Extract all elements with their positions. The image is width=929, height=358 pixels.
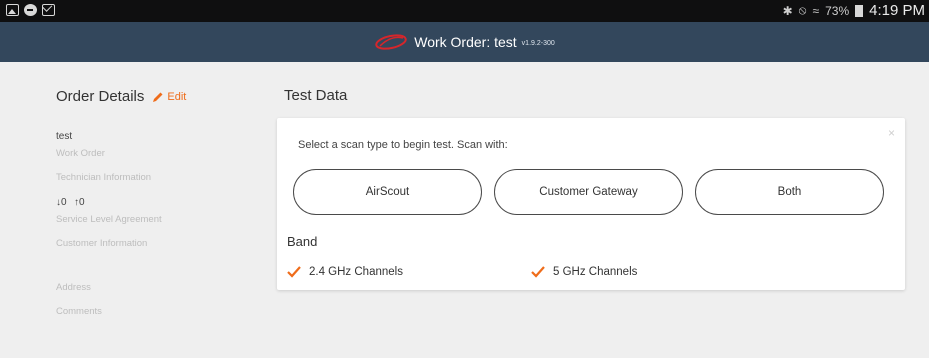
bluetooth-icon: ✱ xyxy=(782,3,793,18)
wifi-icon: ≈ xyxy=(812,3,820,18)
band-5ghz-checkbox[interactable]: 5 GHz Channels xyxy=(531,266,637,278)
battery-percent: 73% xyxy=(825,3,850,18)
minus-circle-icon xyxy=(24,4,37,16)
swoosh-logo-icon xyxy=(375,34,407,50)
band-5ghz-label: 5 GHz Channels xyxy=(553,266,638,278)
band-24ghz-checkbox[interactable]: 2.4 GHz Channels xyxy=(287,266,403,278)
edit-label: Edit xyxy=(167,90,187,103)
address-label: Address xyxy=(56,282,91,293)
customer-gateway-scan-button[interactable]: Customer Gateway xyxy=(494,169,683,215)
test-data-heading: Test Data xyxy=(284,87,348,104)
band-24ghz-label: 2.4 GHz Channels xyxy=(309,266,403,278)
page-title: Work Order: test xyxy=(414,34,517,50)
clock: 4:19 PM xyxy=(869,2,925,19)
system-status-bar: ✱ ⦸ ≈ 73% 4:19 PM xyxy=(0,0,929,22)
image-icon xyxy=(6,4,19,16)
sla-download-value: ↓0 xyxy=(56,197,67,208)
customer-info-label: Customer Information xyxy=(56,238,148,249)
checkmark-icon xyxy=(287,266,301,278)
scan-prompt: Select a scan type to begin test. Scan w… xyxy=(298,139,508,151)
sla-upload-value: ↑0 xyxy=(74,197,85,208)
sla-label: Service Level Agreement xyxy=(56,214,162,225)
band-label: Band xyxy=(287,234,318,249)
order-details-panel: Order Details Edit test Work Order Techn… xyxy=(56,88,256,317)
checkmark-icon xyxy=(531,266,545,278)
technician-info-label: Technician Information xyxy=(56,172,152,183)
battery-icon xyxy=(855,4,864,17)
mail-icon xyxy=(42,4,55,16)
close-icon[interactable]: × xyxy=(888,126,895,140)
comments-label: Comments xyxy=(56,306,102,317)
scan-card: × Select a scan type to begin test. Scan… xyxy=(277,118,905,290)
app-version: v1.9.2-300 xyxy=(521,39,555,47)
work-order-label: Work Order xyxy=(56,148,105,159)
both-scan-button[interactable]: Both xyxy=(695,169,884,215)
nfc-icon: ⦸ xyxy=(798,3,807,17)
app-header: Work Order: test v1.9.2-300 xyxy=(0,22,929,62)
edit-button[interactable]: Edit xyxy=(152,91,186,103)
order-details-heading: Order Details xyxy=(56,88,145,105)
pencil-icon xyxy=(153,92,163,102)
work-order-value: test xyxy=(56,131,73,142)
airscout-scan-button[interactable]: AirScout xyxy=(293,169,482,215)
